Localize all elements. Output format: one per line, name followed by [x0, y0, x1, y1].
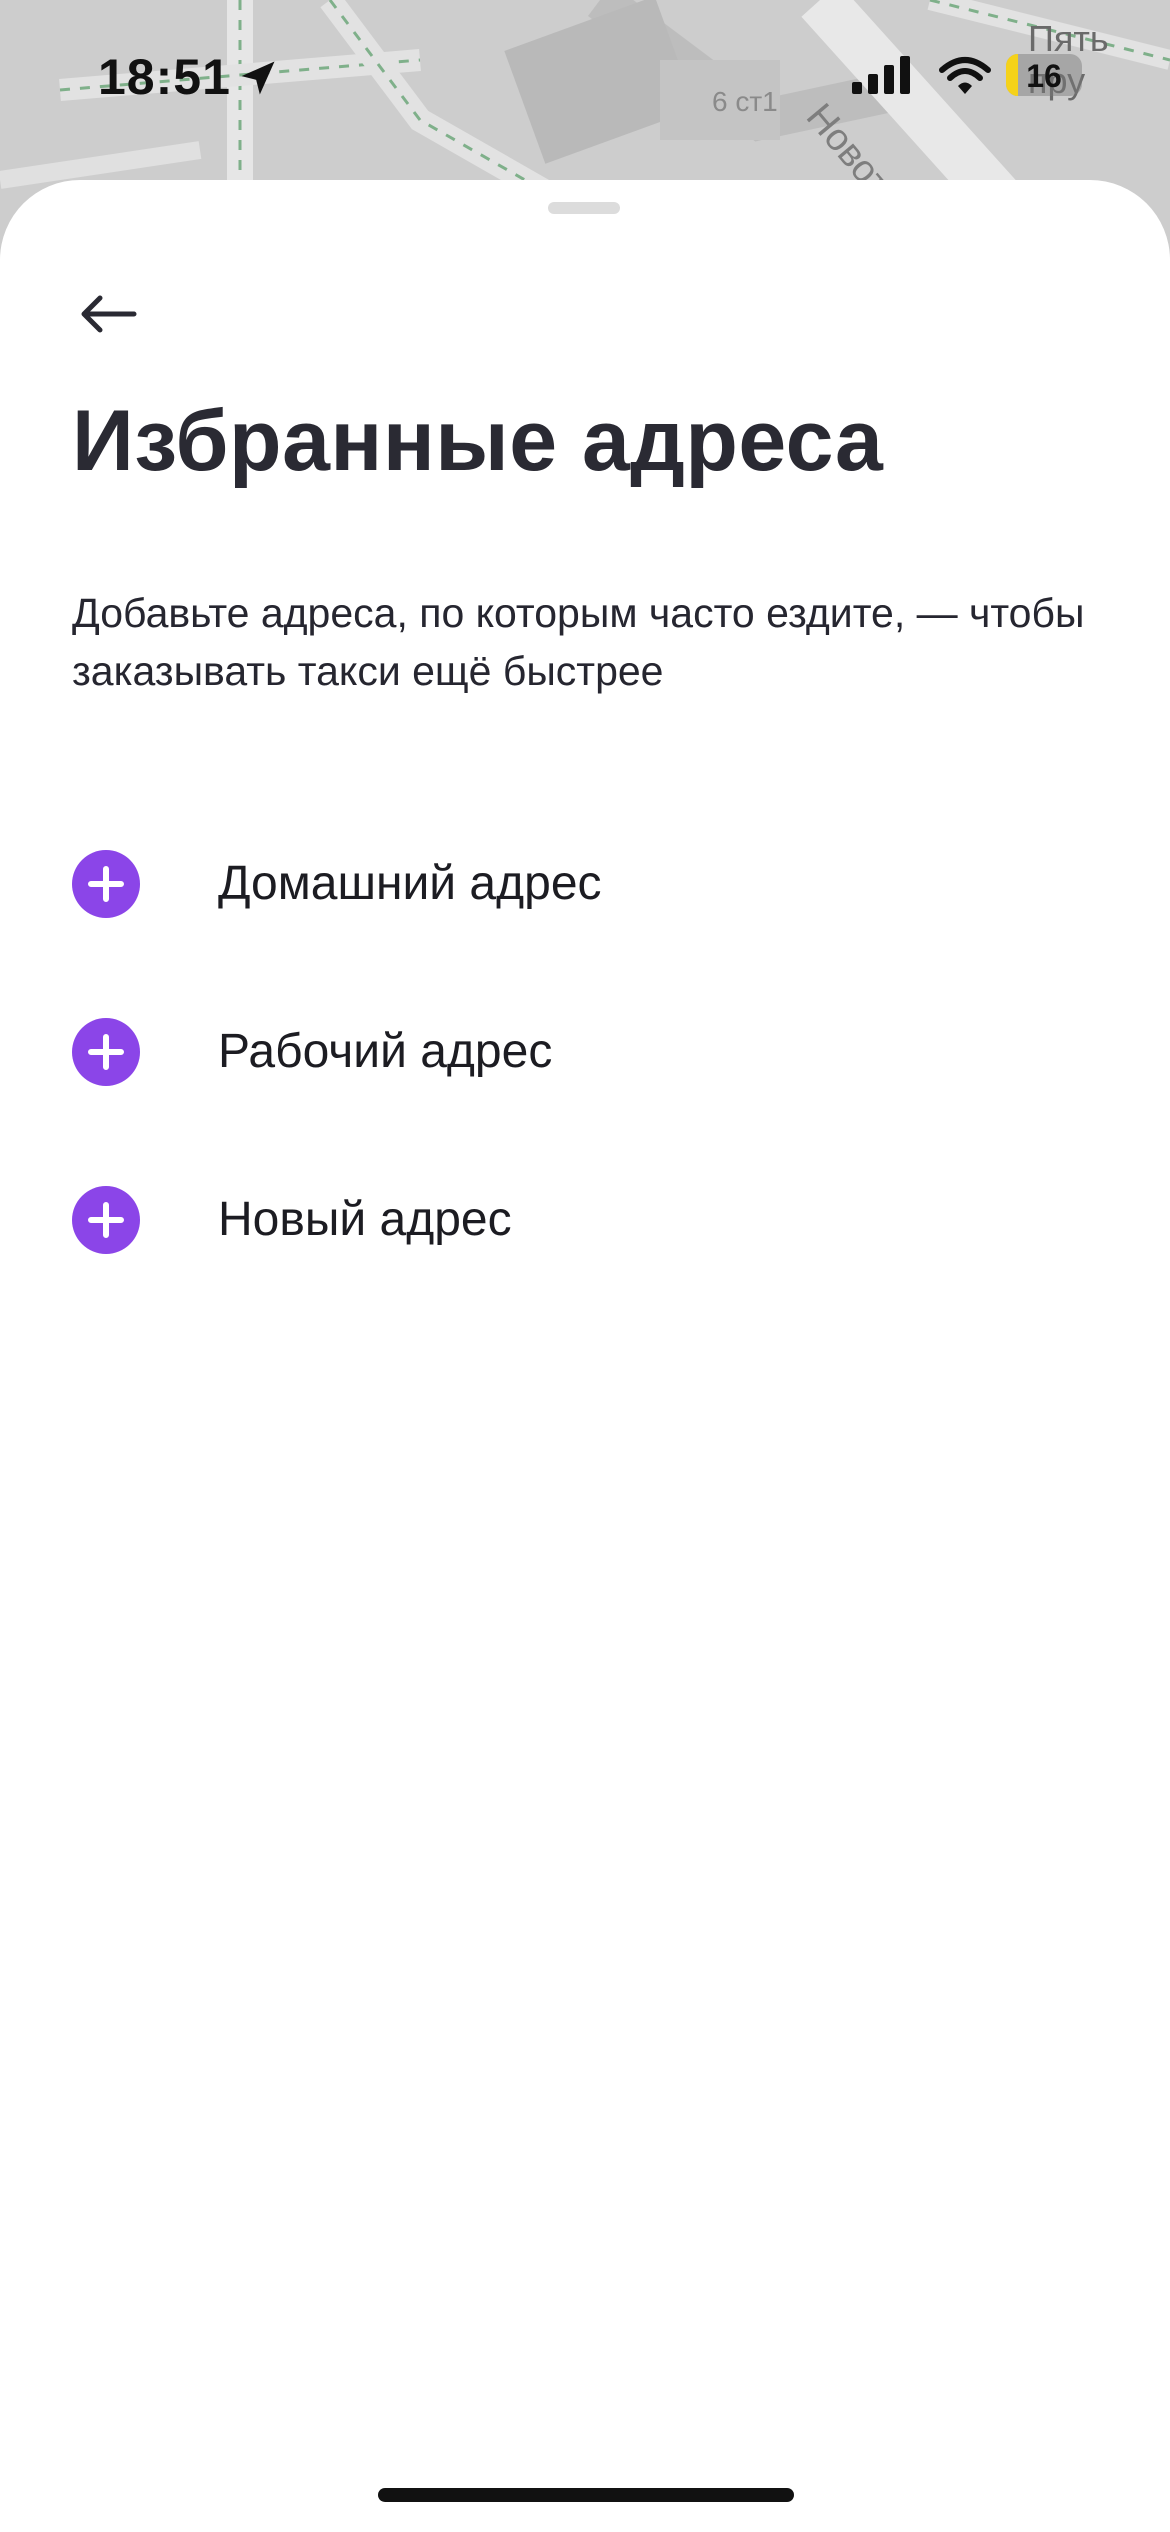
- plus-icon: [72, 1018, 140, 1086]
- address-item-label: Домашний адрес: [218, 857, 602, 910]
- page-description: Добавьте адреса, по которым часто ездите…: [72, 590, 1085, 694]
- sheet-grabber[interactable]: [548, 202, 620, 214]
- location-arrow-icon: [236, 56, 280, 105]
- address-item-label: Рабочий адрес: [218, 1025, 553, 1078]
- plus-icon: [72, 850, 140, 918]
- favorites-sheet: Избранные адреса Добавьте адреса, по кот…: [0, 180, 1170, 2532]
- add-home-address-item[interactable]: Домашний адрес: [0, 800, 1170, 968]
- add-new-address-item[interactable]: Новый адрес: [0, 1136, 1170, 1304]
- page-title: Избранные адреса: [72, 393, 884, 489]
- arrow-left-icon: [78, 294, 138, 339]
- battery-icon: 16: [1006, 54, 1082, 96]
- address-item-label: Новый адрес: [218, 1193, 512, 1246]
- plus-icon: [72, 1186, 140, 1254]
- status-bar: 18:51 16: [0, 0, 1170, 150]
- signal-icon: [852, 56, 914, 101]
- battery-level: 16: [1026, 58, 1062, 94]
- status-time: 18:51: [98, 49, 231, 105]
- home-indicator[interactable]: [378, 2488, 794, 2502]
- address-list: Домашний адрес Рабочий адрес Новый адрес: [0, 800, 1170, 1304]
- add-work-address-item[interactable]: Рабочий адрес: [0, 968, 1170, 1136]
- wifi-icon: [938, 56, 992, 101]
- back-button[interactable]: [60, 268, 156, 364]
- screen: 6 ст1 Новоторов Пять пру 18:51 16 Избран…: [0, 0, 1170, 2532]
